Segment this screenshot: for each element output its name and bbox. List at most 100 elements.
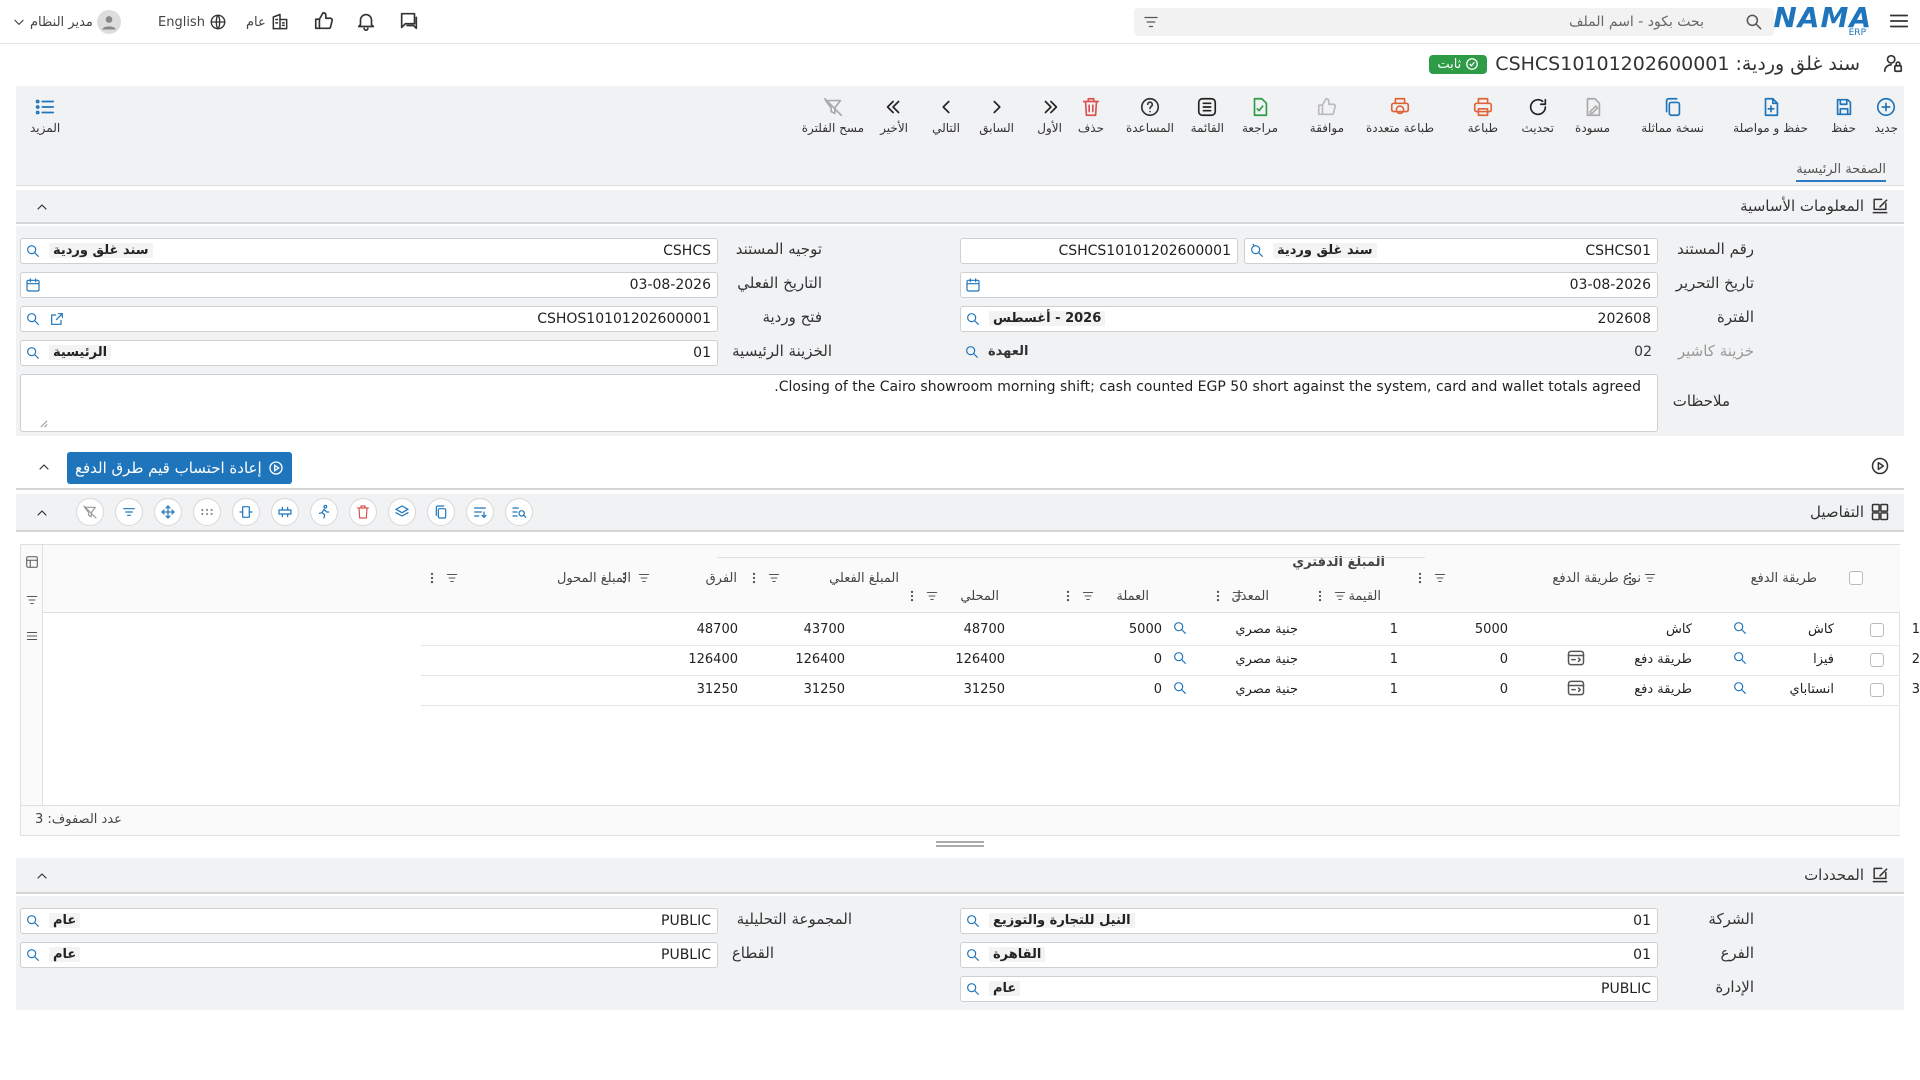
calendar-icon[interactable] bbox=[965, 277, 981, 293]
issue-date-field[interactable]: 03-08-2026 bbox=[960, 272, 1658, 298]
collapse-icon[interactable] bbox=[34, 868, 50, 884]
run-icon[interactable] bbox=[310, 498, 338, 526]
basic-info-header[interactable]: المعلومات الأساسية bbox=[16, 190, 1904, 224]
select-all-checkbox[interactable] bbox=[1849, 571, 1863, 585]
lookup-icon[interactable] bbox=[1732, 620, 1748, 636]
menu-panel-icon[interactable] bbox=[25, 629, 39, 643]
user-menu[interactable]: مدير النظام bbox=[12, 10, 121, 34]
main-treasury-field[interactable]: 01 الرئيسية bbox=[20, 340, 718, 366]
table-row[interactable]: 1 كاش كاش 5000 1 جنية مصري 5000 48700 43… bbox=[421, 615, 1920, 645]
search-icon[interactable] bbox=[965, 947, 981, 963]
notes-textarea[interactable]: Closing of the Cairo showroom morning sh… bbox=[20, 374, 1658, 432]
language-switch[interactable]: English bbox=[158, 10, 227, 34]
delete-button[interactable]: حذف bbox=[1078, 96, 1104, 135]
insert-row-icon[interactable] bbox=[271, 498, 299, 526]
recalc-payment-methods-button[interactable]: إعادة احتساب قيم طرق الدفع bbox=[67, 452, 292, 484]
print-button[interactable]: طباعة bbox=[1468, 96, 1498, 135]
col-value[interactable]: القيمة bbox=[1348, 589, 1381, 604]
col-currency[interactable]: العملة bbox=[1116, 589, 1149, 604]
last-button[interactable]: الأخير bbox=[880, 96, 908, 135]
filter-icon[interactable] bbox=[1142, 13, 1160, 31]
list-button[interactable]: القائمة bbox=[1191, 96, 1224, 135]
menu-icon[interactable] bbox=[1888, 10, 1910, 32]
branch-field[interactable]: 01 القاهرة bbox=[960, 942, 1658, 968]
analytic-group-field[interactable]: PUBLIC عام bbox=[20, 908, 718, 934]
approve-button[interactable]: موافقة bbox=[1310, 96, 1344, 135]
col-payment-method[interactable]: طريقة الدفع bbox=[1751, 571, 1817, 586]
collapse-icon[interactable] bbox=[34, 199, 50, 215]
actual-date-field[interactable]: 03-08-2026 bbox=[20, 272, 718, 298]
draft-button[interactable]: مسودة bbox=[1575, 96, 1610, 135]
row-checkbox[interactable] bbox=[1870, 683, 1884, 697]
resize-splitter[interactable] bbox=[936, 841, 984, 847]
table-row[interactable]: 2 فيزا طريقة دفع 0 1 جنية مصري 0 126400 … bbox=[421, 645, 1920, 675]
company-field[interactable]: 01 النيل للتجارة والتوزيع bbox=[960, 908, 1658, 934]
clear-filter-button[interactable]: مسح الفلترة bbox=[802, 96, 864, 135]
search-icon[interactable] bbox=[25, 311, 41, 327]
review-button[interactable]: مراجعة bbox=[1242, 96, 1278, 135]
shift-open-field[interactable]: CSHOS10101202600001 bbox=[20, 306, 718, 332]
column-filter-icon[interactable] bbox=[1643, 571, 1657, 585]
doc-direction-field[interactable]: CSHCS سند غلق وردية bbox=[20, 238, 718, 264]
lookup-icon[interactable] bbox=[1172, 620, 1188, 636]
row-checkbox[interactable] bbox=[1870, 623, 1884, 637]
dots-grid-icon[interactable] bbox=[193, 498, 221, 526]
doc-code-field[interactable]: CSHCS10101202600001 bbox=[960, 238, 1238, 264]
copy-row-icon[interactable] bbox=[427, 498, 455, 526]
previous-button[interactable]: السابق bbox=[979, 96, 1014, 135]
play-circle-icon[interactable] bbox=[1870, 456, 1890, 476]
search-input[interactable] bbox=[1174, 8, 1734, 36]
search-icon[interactable] bbox=[25, 947, 41, 963]
col-local[interactable]: المحلي bbox=[960, 589, 999, 604]
clear-filter-icon[interactable] bbox=[76, 498, 104, 526]
layers-icon[interactable] bbox=[388, 498, 416, 526]
scope-selector[interactable]: عام bbox=[246, 10, 290, 34]
more-button[interactable]: المزيد bbox=[30, 96, 60, 135]
payment-gateway-icon[interactable] bbox=[1566, 678, 1586, 698]
lookup-icon[interactable] bbox=[1172, 680, 1188, 696]
column-menu-icon[interactable] bbox=[1623, 571, 1637, 585]
column-filter-icon[interactable] bbox=[1231, 589, 1245, 603]
search-icon[interactable] bbox=[965, 981, 981, 997]
col-difference[interactable]: الفرق bbox=[706, 571, 737, 586]
column-filter-icon[interactable] bbox=[637, 571, 651, 585]
filter-panel-icon[interactable] bbox=[25, 593, 39, 607]
row-checkbox[interactable] bbox=[1870, 653, 1884, 667]
new-button[interactable]: جديد bbox=[1875, 96, 1898, 135]
move-icon[interactable] bbox=[154, 498, 182, 526]
column-menu-icon[interactable] bbox=[1061, 589, 1075, 603]
collapse-icon[interactable] bbox=[34, 505, 50, 521]
next-button[interactable]: التالي bbox=[932, 96, 960, 135]
save-button[interactable]: حفظ bbox=[1831, 96, 1856, 135]
fit-columns-icon[interactable] bbox=[232, 498, 260, 526]
calendar-icon[interactable] bbox=[25, 277, 41, 293]
column-menu-icon[interactable] bbox=[1313, 589, 1327, 603]
bell-icon[interactable] bbox=[355, 10, 377, 32]
column-menu-icon[interactable] bbox=[905, 589, 919, 603]
save-continue-button[interactable]: حفظ و مواصلة bbox=[1733, 96, 1808, 135]
column-filter-icon[interactable] bbox=[1433, 571, 1447, 585]
lookup-icon[interactable] bbox=[1172, 650, 1188, 666]
table-row[interactable]: 3 انستاباي طريقة دفع 0 1 جنية مصري 0 312… bbox=[421, 675, 1920, 705]
payment-gateway-icon[interactable] bbox=[1566, 648, 1586, 668]
search-icon[interactable] bbox=[25, 243, 41, 259]
search-icon[interactable] bbox=[965, 311, 981, 327]
refresh-button[interactable]: تحديث bbox=[1521, 96, 1554, 135]
lookup-icon[interactable] bbox=[1732, 650, 1748, 666]
department-field[interactable]: PUBLIC عام bbox=[960, 976, 1658, 1002]
search-icon[interactable] bbox=[965, 913, 981, 929]
period-field[interactable]: 202608 2026 - أغسطس bbox=[960, 306, 1658, 332]
dimensions-header[interactable]: المحددات bbox=[16, 858, 1904, 894]
collapse-icon[interactable] bbox=[36, 459, 52, 475]
multi-print-button[interactable]: طباعة متعددة bbox=[1366, 96, 1434, 135]
column-menu-icon[interactable] bbox=[747, 571, 761, 585]
columns-panel-icon[interactable] bbox=[25, 555, 39, 569]
details-header[interactable]: التفاصيل bbox=[16, 494, 1904, 532]
column-menu-icon[interactable] bbox=[1413, 571, 1427, 585]
search-icon[interactable] bbox=[964, 344, 980, 360]
col-actual[interactable]: المبلغ الفعلي bbox=[829, 571, 899, 586]
external-link-icon[interactable] bbox=[49, 311, 65, 327]
column-filter-icon[interactable] bbox=[767, 571, 781, 585]
first-button[interactable]: الأول bbox=[1037, 96, 1062, 135]
search-icon[interactable] bbox=[1249, 243, 1265, 259]
